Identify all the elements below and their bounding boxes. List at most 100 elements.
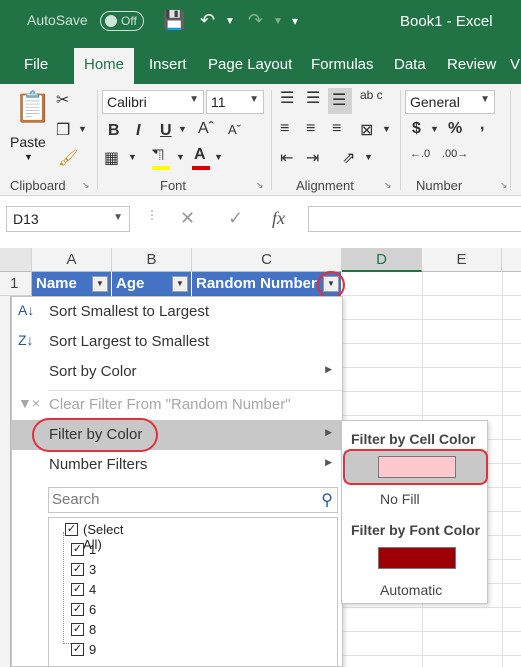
underline-dropdown-icon[interactable]: ▼ [178, 124, 187, 134]
font-name-select[interactable]: Calibri ▼ [102, 90, 204, 114]
merge-center-icon[interactable]: ⊠ [360, 120, 373, 140]
checkbox-icon[interactable]: ✓ [71, 563, 84, 576]
insert-function-button[interactable]: fx [272, 208, 285, 229]
borders-dropdown-icon[interactable]: ▼ [128, 152, 137, 162]
merge-dropdown-icon[interactable]: ▼ [382, 124, 391, 134]
column-header-f[interactable] [502, 248, 521, 272]
menu-item-number-filters[interactable]: Number Filters ▶ [12, 450, 342, 480]
align-right-icon[interactable]: ≡ [332, 120, 341, 138]
name-box[interactable]: D13 ▼ [6, 206, 130, 232]
wrap-text-icon[interactable]: ab c [360, 88, 383, 102]
tab-page-layout[interactable]: Page Layout [208, 56, 292, 73]
column-header-b[interactable]: B [112, 248, 192, 272]
increase-indent-icon[interactable]: ⇥ [306, 148, 319, 168]
formula-input[interactable] [308, 206, 521, 232]
column-header-a[interactable]: A [32, 248, 112, 272]
decrease-decimal-icon[interactable]: .00→ [442, 148, 468, 160]
menu-item-sort-by-color[interactable]: Sort by Color ▶ [12, 357, 342, 387]
clear-filter-label: Clear Filter From "Random Number" [49, 396, 291, 413]
tab-review[interactable]: Review [447, 56, 496, 73]
grow-font-icon[interactable]: Aˆ [198, 120, 214, 138]
window-title: Book1 - Excel [400, 13, 493, 30]
font-color-swatch[interactable] [378, 547, 456, 569]
save-icon[interactable]: 💾 [163, 10, 185, 31]
copy-dropdown-icon[interactable]: ▼ [78, 124, 87, 134]
checkbox-icon[interactable]: ✓ [71, 643, 84, 656]
align-middle-icon[interactable]: ☰ [306, 88, 320, 108]
bold-button[interactable]: B [108, 122, 120, 140]
ribbon: 📋 Paste ▼ ✂ ❐ ▼ 🖌 Clipboard ↘ Calibri ▼ … [0, 84, 521, 196]
tab-data[interactable]: Data [394, 56, 426, 73]
borders-icon[interactable]: ▦ [104, 148, 119, 168]
automatic-option[interactable]: Automatic [380, 582, 442, 598]
select-all-corner[interactable] [0, 248, 32, 272]
tab-formulas[interactable]: Formulas [311, 56, 374, 73]
undo-icon[interactable]: ↶ [200, 10, 215, 31]
underline-button[interactable]: U [160, 122, 172, 140]
redo-icon[interactable]: ↷ [248, 10, 263, 31]
search-icon: ⚲ [321, 492, 333, 509]
align-center-icon[interactable]: ≡ [306, 120, 315, 138]
font-launcher-icon[interactable]: ↘ [256, 180, 264, 191]
tab-file[interactable]: File [24, 56, 48, 73]
search-placeholder: Search [52, 491, 100, 508]
align-left-icon[interactable]: ≡ [280, 120, 289, 138]
font-color-dropdown-icon[interactable]: ▼ [214, 152, 223, 162]
list-item-label: 6 [89, 602, 97, 617]
currency-dropdown-icon[interactable]: ▼ [430, 124, 439, 134]
column-header-c[interactable]: C [192, 248, 342, 272]
orientation-dropdown-icon[interactable]: ▼ [364, 152, 373, 162]
number-launcher-icon[interactable]: ↘ [500, 180, 508, 191]
align-top-icon[interactable]: ☰ [280, 88, 294, 108]
menu-item-clear-filter[interactable]: ▼× Clear Filter From "Random Number" [12, 390, 342, 420]
fill-color-bar [152, 166, 170, 170]
column-header-e[interactable]: E [422, 248, 502, 272]
checkbox-icon[interactable]: ✓ [71, 603, 84, 616]
fill-color-dropdown-icon[interactable]: ▼ [176, 152, 185, 162]
font-size-select[interactable]: 11 ▼ [206, 90, 264, 114]
list-item-label: 1 [89, 542, 97, 557]
autosave-toggle[interactable]: Off [100, 11, 144, 31]
no-fill-option[interactable]: No Fill [380, 491, 420, 507]
column-header-d[interactable]: D [342, 248, 422, 272]
checkbox-icon[interactable]: ✓ [71, 543, 84, 556]
enter-icon[interactable]: ✓ [228, 208, 243, 229]
currency-button[interactable]: $ [412, 120, 421, 138]
percent-button[interactable]: % [448, 120, 462, 138]
paste-icon[interactable]: 📋 [14, 90, 51, 125]
row-header-1[interactable]: 1 [0, 272, 32, 296]
italic-button[interactable]: I [136, 122, 140, 140]
shrink-font-icon[interactable]: Aˇ [228, 122, 241, 137]
menu-item-sort-descending[interactable]: Z↓ Sort Largest to Smallest [12, 327, 342, 357]
tab-view[interactable]: V [510, 56, 520, 73]
autosave-state: Off [121, 14, 137, 28]
font-color-icon[interactable]: A [194, 146, 206, 164]
filter-search-input[interactable]: Search ⚲ [48, 487, 338, 513]
increase-decimal-icon[interactable]: ←.0 [410, 148, 430, 160]
undo-dropdown-icon[interactable]: ▼ [225, 16, 235, 27]
cell-color-heading: Filter by Cell Color [351, 431, 476, 447]
customize-toolbar-icon[interactable]: ▾ [292, 14, 298, 28]
cancel-icon[interactable]: ✕ [180, 208, 195, 229]
tab-insert[interactable]: Insert [149, 56, 187, 73]
cut-icon[interactable]: ✂ [56, 90, 69, 110]
clipboard-launcher-icon[interactable]: ↘ [82, 180, 90, 191]
number-format-select[interactable]: General ▼ [405, 90, 495, 114]
orientation-icon[interactable]: ⇗ [342, 148, 355, 168]
comma-button[interactable]: , [480, 116, 484, 134]
paste-dropdown-icon[interactable]: ▼ [24, 152, 33, 162]
format-painter-icon[interactable]: 🖌 [58, 148, 78, 168]
fill-color-icon[interactable]: ⛠ [152, 146, 164, 166]
paste-label[interactable]: Paste [10, 134, 46, 150]
copy-icon[interactable]: ❐ [56, 120, 70, 140]
autofilter-menu: A↓ Sort Smallest to Largest Z↓ Sort Larg… [11, 296, 343, 667]
redo-dropdown-icon[interactable]: ▼ [273, 16, 283, 27]
filter-dropdown-button-name[interactable]: ▼ [92, 276, 108, 292]
checkbox-icon[interactable]: ✓ [71, 583, 84, 596]
checkbox-icon[interactable]: ✓ [71, 623, 84, 636]
menu-item-sort-ascending[interactable]: A↓ Sort Smallest to Largest [12, 297, 342, 327]
alignment-launcher-icon[interactable]: ↘ [384, 180, 392, 191]
tab-home[interactable]: Home [74, 48, 135, 84]
filter-dropdown-button-age[interactable]: ▼ [172, 276, 188, 292]
decrease-indent-icon[interactable]: ⇤ [280, 148, 293, 168]
